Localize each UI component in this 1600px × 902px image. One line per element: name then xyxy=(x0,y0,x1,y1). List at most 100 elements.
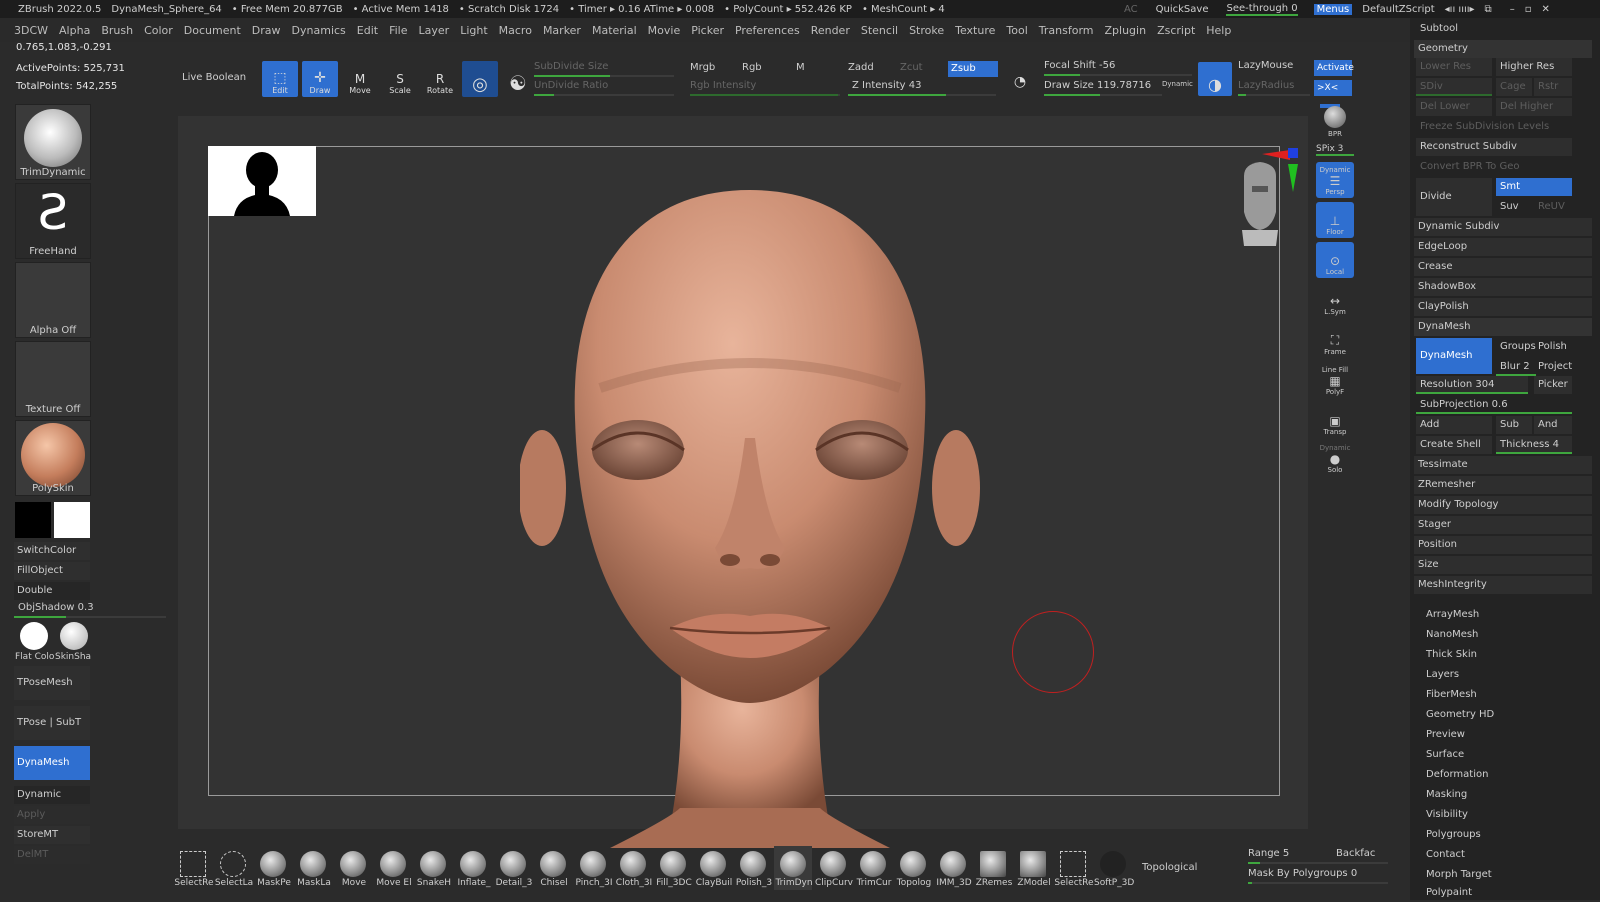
dynamic-button[interactable]: Dynamic xyxy=(14,786,90,804)
brush-slot-active[interactable]: TrimDyn xyxy=(774,846,813,890)
default-zscript[interactable]: DefaultZScript xyxy=(1362,4,1434,15)
project-toggle[interactable]: Project xyxy=(1534,358,1572,376)
modify-topology-section[interactable]: Modify Topology xyxy=(1414,496,1592,514)
menu-item[interactable]: 3DCW xyxy=(14,24,48,37)
claypolish-section[interactable]: ClayPolish xyxy=(1414,298,1592,316)
rstr-button[interactable]: Rstr xyxy=(1534,78,1572,96)
shadowbox-section[interactable]: ShadowBox xyxy=(1414,278,1592,296)
subtool-header[interactable]: Subtool xyxy=(1416,20,1458,38)
brush-slot[interactable]: Move xyxy=(334,846,372,890)
polish-toggle[interactable]: Polish xyxy=(1534,338,1572,356)
stroke-thumbnail[interactable]: Ꙅ FreeHand xyxy=(15,183,91,259)
topological-toggle[interactable]: Topological xyxy=(1142,862,1197,873)
geometry-header[interactable]: Geometry xyxy=(1414,40,1592,58)
focal-shift-slider[interactable]: Focal Shift -56 xyxy=(1044,60,1115,71)
menu-item[interactable]: Marker xyxy=(543,24,581,37)
scale-button[interactable]: S Scale xyxy=(382,61,418,97)
smt-toggle[interactable]: Smt xyxy=(1496,178,1572,196)
m-button[interactable]: M xyxy=(796,62,805,73)
tessimate-section[interactable]: Tessimate xyxy=(1414,456,1592,474)
bpr-button[interactable]: BPR xyxy=(1316,104,1354,140)
close-icon[interactable]: ✕ xyxy=(1541,4,1549,15)
brush-slot[interactable]: Move El xyxy=(374,846,412,890)
menu-item[interactable]: Tool xyxy=(1006,24,1027,37)
picker-button[interactable]: Picker xyxy=(1534,376,1572,394)
reuv-button[interactable]: ReUV xyxy=(1534,198,1572,216)
menu-item[interactable]: Zplugin xyxy=(1105,24,1147,37)
see-through-slider[interactable]: See-through 0 xyxy=(1226,3,1298,16)
menu-item[interactable]: Brush xyxy=(101,24,133,37)
frame-button[interactable]: ⛶ Frame xyxy=(1316,322,1354,358)
dynamesh-section[interactable]: DynaMesh xyxy=(1414,318,1592,336)
z-intensity-slider[interactable]: Z Intensity 43 xyxy=(852,80,921,91)
menu-item[interactable]: Edit xyxy=(357,24,378,37)
menus-button[interactable]: Menus xyxy=(1313,3,1353,15)
menu-item[interactable]: Alpha xyxy=(59,24,90,37)
brush-slot[interactable]: MaskLa xyxy=(294,846,332,890)
rotate-button[interactable]: R Rotate xyxy=(422,61,458,97)
floor-button[interactable]: ⊥ Floor xyxy=(1316,202,1354,238)
blur-slider[interactable]: Blur 2 xyxy=(1496,358,1536,376)
sculpted-head-model[interactable] xyxy=(518,188,980,852)
sdiv-slider[interactable]: SDiv xyxy=(1416,78,1492,96)
brush-slot[interactable]: Cloth_3I xyxy=(614,846,652,890)
size-section[interactable]: Size xyxy=(1414,556,1592,574)
local-button[interactable]: ⊙ Local xyxy=(1316,242,1354,278)
create-shell-button[interactable]: Create Shell xyxy=(1416,436,1492,454)
transp-button[interactable]: ▣ Transp xyxy=(1316,402,1354,438)
rgb-intensity-track[interactable] xyxy=(690,94,840,96)
brush-slot[interactable]: Polish_3 xyxy=(734,846,772,890)
fibermesh-section[interactable]: FiberMesh xyxy=(1422,686,1477,704)
edit-button[interactable]: ⬚ Edit xyxy=(262,61,298,97)
lazyradius-slider[interactable]: LazyRadius xyxy=(1238,80,1294,91)
preview-section[interactable]: Preview xyxy=(1422,726,1465,744)
polygroups-section[interactable]: Polygroups xyxy=(1422,826,1481,844)
brush-slot[interactable]: MaskPe xyxy=(254,846,292,890)
menu-item[interactable]: File xyxy=(389,24,407,37)
dynamic-subdiv-section[interactable]: Dynamic Subdiv xyxy=(1414,218,1592,236)
brush-slot[interactable]: SoftP_3D xyxy=(1094,846,1134,890)
menu-item[interactable]: Picker xyxy=(691,24,724,37)
brush-slot[interactable]: SelectRe xyxy=(174,846,214,890)
higher-res-button[interactable]: Higher Res xyxy=(1496,58,1572,76)
menu-item[interactable]: Draw xyxy=(252,24,281,37)
position-section[interactable]: Position xyxy=(1414,536,1592,554)
zremesher-section[interactable]: ZRemesher xyxy=(1414,476,1592,494)
fillobject-button[interactable]: FillObject xyxy=(14,562,90,580)
dynamic-size-toggle[interactable]: Dynamic xyxy=(1162,80,1193,88)
rgb-button[interactable]: Rgb xyxy=(742,62,762,73)
nanomesh-section[interactable]: NanoMesh xyxy=(1422,626,1478,644)
freeze-subdiv-button[interactable]: Freeze SubDivision Levels xyxy=(1416,118,1572,136)
activate-button[interactable]: Activate xyxy=(1314,60,1354,76)
layers-section[interactable]: Layers xyxy=(1422,666,1459,684)
move-button[interactable]: M Move xyxy=(342,61,378,97)
reconstruct-subdiv-button[interactable]: Reconstruct Subdiv xyxy=(1416,138,1572,156)
visibility-section[interactable]: Visibility xyxy=(1422,806,1468,824)
rgb-intensity-slider[interactable]: Rgb Intensity xyxy=(690,80,756,91)
draw-size-slider[interactable]: Draw Size 119.78716 xyxy=(1044,80,1151,91)
crease-section[interactable]: Crease xyxy=(1414,258,1592,276)
lsym-button[interactable]: ↔ L.Sym xyxy=(1316,282,1354,318)
add-button[interactable]: Add xyxy=(1416,416,1492,434)
menu-item[interactable]: Dynamics xyxy=(292,24,346,37)
polyf-button[interactable]: Line Fill ▦ PolyF xyxy=(1316,362,1354,398)
lazyradius-track[interactable] xyxy=(1238,94,1310,96)
brush-thumbnail[interactable]: TrimDynamic xyxy=(15,104,91,180)
menu-item[interactable]: Light xyxy=(460,24,487,37)
brush-slot[interactable]: SelectRe xyxy=(1054,846,1094,890)
zsub-button[interactable]: Zsub xyxy=(948,61,998,77)
surface-section[interactable]: Surface xyxy=(1422,746,1464,764)
menu-item[interactable]: Help xyxy=(1206,24,1231,37)
menu-item[interactable]: Document xyxy=(184,24,241,37)
x-symmetry-button[interactable]: >X< xyxy=(1314,80,1352,96)
arrows-icon[interactable]: ◂ıı ıııı▸ xyxy=(1445,4,1475,15)
brush-slot[interactable]: Inflate_ xyxy=(454,846,492,890)
geometry-hd-section[interactable]: Geometry HD xyxy=(1422,706,1494,724)
zcut-button[interactable]: Zcut xyxy=(900,62,923,73)
edgeloop-section[interactable]: EdgeLoop xyxy=(1414,238,1592,256)
masking-section[interactable]: Masking xyxy=(1422,786,1467,804)
storemt-button[interactable]: StoreMT xyxy=(14,826,90,844)
undivide-ratio-slider[interactable]: UnDivide Ratio xyxy=(534,80,608,91)
objshadow-track[interactable] xyxy=(14,616,166,618)
draw-button[interactable]: ✛ Draw xyxy=(302,61,338,97)
